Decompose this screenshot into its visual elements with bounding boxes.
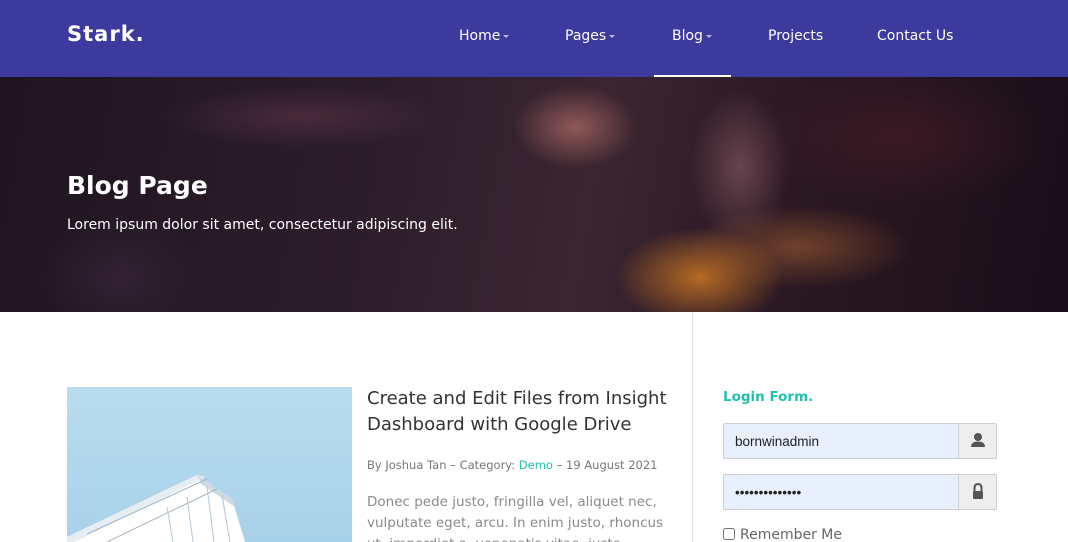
post-title[interactable]: Create and Edit Files from Insight Dashb… <box>367 386 677 438</box>
username-field <box>723 423 997 459</box>
nav-item-label: Projects <box>768 28 824 44</box>
username-addon <box>958 424 996 458</box>
lock-icon <box>973 482 983 499</box>
post-excerpt: Donec pede justo, fringilla vel, aliquet… <box>367 494 664 542</box>
username-input[interactable] <box>724 424 958 458</box>
nav-item-home[interactable]: Home <box>459 28 510 44</box>
post-meta: By Joshua Tan – Category: Demo – 19 Augu… <box>367 458 658 472</box>
caret-down-icon <box>705 34 712 38</box>
caret-down-icon <box>503 34 510 38</box>
nav-item-label: Contact Us <box>877 28 954 44</box>
page-subtitle: Lorem ipsum dolor sit amet, consectetur … <box>67 217 458 233</box>
remember-me-checkbox[interactable] <box>723 528 735 540</box>
sidebar-divider <box>692 312 693 542</box>
post-thumbnail[interactable] <box>67 387 352 542</box>
building-image <box>67 475 245 542</box>
nav-item-label: Blog <box>672 28 703 44</box>
nav-item-label: Home <box>459 28 501 44</box>
login-form-heading: Login Form. <box>723 389 814 405</box>
post-date: – 19 August 2021 <box>552 458 658 472</box>
page-title: Blog Page <box>67 171 208 200</box>
post-category-link[interactable]: Demo <box>519 458 553 472</box>
page-hero: Blog Page Lorem ipsum dolor sit amet, co… <box>0 77 1068 312</box>
nav-item-label: Pages <box>565 28 607 44</box>
remember-me[interactable]: Remember Me <box>723 527 842 542</box>
password-addon <box>958 475 996 509</box>
nav-item-contact-us[interactable]: Contact Us <box>877 28 953 44</box>
user-icon <box>971 433 985 447</box>
nav-item-projects[interactable]: Projects <box>768 28 823 44</box>
post-author-meta: By Joshua Tan – Category: <box>367 458 519 472</box>
password-field <box>723 474 997 510</box>
brand-logo[interactable]: Stark. <box>67 22 145 46</box>
password-input[interactable] <box>724 475 958 509</box>
remember-me-label: Remember Me <box>740 527 842 542</box>
caret-down-icon <box>609 34 616 38</box>
nav-item-pages[interactable]: Pages <box>565 28 616 44</box>
navbar: Stark. Home Pages Blog Projects Contact … <box>0 0 1068 77</box>
nav-item-blog[interactable]: Blog <box>672 28 712 44</box>
